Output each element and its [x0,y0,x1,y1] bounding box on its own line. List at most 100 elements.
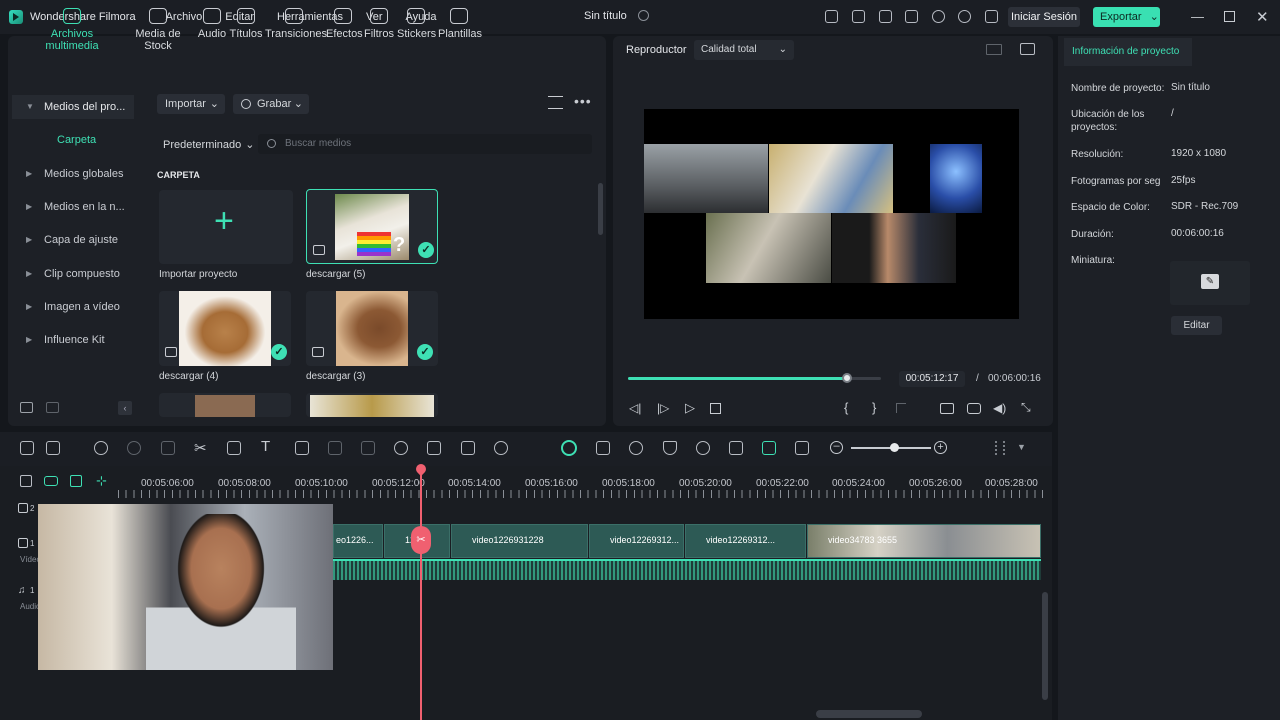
new-folder-icon[interactable] [20,402,33,413]
tab-filtros[interactable]: Filtros [364,8,394,40]
play-icon[interactable]: ▷ [685,400,695,416]
media-tile-descargar-5[interactable]: ? ✓ [306,189,438,264]
timeline-vertical-scrollbar[interactable] [1042,592,1048,700]
sort-dropdown[interactable]: Predeterminado ⌄ [163,138,255,151]
text-tool-icon[interactable]: T [261,438,270,455]
snapshot-image-icon[interactable] [1020,43,1035,55]
mark-in-icon[interactable]: { [844,400,848,415]
add-track-icon[interactable] [20,475,32,487]
export-button[interactable]: Exportar ⌄ [1093,7,1160,27]
record-dropdown[interactable]: Grabar ⌄ [233,94,309,114]
select-tool-icon[interactable] [46,441,60,455]
collapse-sidebar-icon[interactable]: ‹ [118,401,132,415]
speed-icon[interactable] [394,441,408,455]
audio-edit-icon[interactable] [227,441,241,455]
tab-titulos[interactable]: Títulos [229,8,263,40]
tab-archivos-multimedia[interactable]: Archivos multimedia [24,8,120,52]
quality-dropdown[interactable]: Calidad total ⌄ [694,40,794,60]
mark-out-icon[interactable]: } [872,400,876,415]
minimize-icon[interactable]: — [1191,9,1204,24]
mask-icon[interactable] [328,441,342,455]
record-camera-icon[interactable] [596,441,610,455]
sidebar-item-influence-kit[interactable]: ▶ Influence Kit [12,328,134,352]
sidebar-item-medios-globales[interactable]: ▶ Medios globales [12,162,134,186]
auto-highlight-icon[interactable] [561,440,577,456]
send-icon[interactable] [825,10,838,23]
timeline-clip[interactable]: video12269312... [685,524,806,558]
translate-icon[interactable] [461,441,475,455]
volume-icon[interactable]: ◀) [993,401,1006,415]
shield-icon[interactable] [663,441,677,455]
more-options-icon[interactable]: ••• [574,93,592,109]
sidebar-item-medios-en-la-nube[interactable]: ▶ Medios en la n... [12,195,134,219]
tab-media-de-stock[interactable]: Media de Stock [122,8,194,52]
undo-icon[interactable] [94,441,108,455]
playhead-line[interactable] [420,468,422,720]
snap-icon[interactable] [762,441,776,455]
split-scissors-icon[interactable]: ✂ [411,526,431,554]
timeline-clip[interactable]: video1226931228 [451,524,588,558]
video-preview[interactable] [644,109,1019,319]
media-tile-partial[interactable] [306,393,438,417]
next-frame-icon[interactable]: |▷ [657,401,669,415]
close-icon[interactable]: ✕ [1256,8,1269,26]
zoom-out-icon[interactable]: – [830,441,843,454]
timeline-clip[interactable]: video12269312... [589,524,684,558]
timeline-clip[interactable]: eo1226... [333,524,383,558]
grid-view-icon[interactable] [986,44,1002,55]
login-button[interactable]: Iniciar Sesión [1008,7,1080,27]
microphone-icon[interactable] [696,441,710,455]
media-tile-descargar-3[interactable]: ✓ [306,291,438,366]
stop-icon[interactable] [710,403,721,414]
fullscreen-icon[interactable]: ⤡ [1021,400,1031,415]
audio-waveform[interactable] [333,559,1041,580]
cloud-icon[interactable] [932,10,945,23]
redo-icon[interactable] [127,441,141,455]
tab-audio[interactable]: Audio [196,8,228,40]
link-toggle-icon[interactable] [44,476,58,486]
track-settings-icon[interactable] [70,475,82,487]
player-tab[interactable]: Reproductor [626,44,687,56]
timeline-horizontal-scrollbar[interactable] [816,710,922,718]
crop-icon[interactable] [295,441,309,455]
notes-icon[interactable] [852,10,865,23]
playback-scrubber-handle[interactable] [842,373,852,383]
marker-icon[interactable] [896,403,906,413]
sidebar-item-clip-compuesto[interactable]: ▶ Clip compuesto [12,262,134,286]
support-icon[interactable] [958,10,971,23]
import-dropdown[interactable]: Importar ⌄ [157,94,225,114]
snap-magnet-icon[interactable]: ⊹ [96,473,107,489]
sidebar-item-capa-de-ajuste[interactable]: ▶ Capa de ajuste [12,228,134,252]
media-tile-partial[interactable] [159,393,291,417]
zoom-in-icon[interactable]: + [934,441,947,454]
tab-stickers[interactable]: Stickers [397,8,436,40]
camera-icon[interactable] [967,403,981,414]
edit-thumbnail-button[interactable]: Editar [1171,316,1222,335]
layout-grid-icon[interactable] [20,441,34,455]
filter-icon[interactable] [548,96,563,109]
timeline-clip[interactable]: video34783 3655 [807,524,1041,558]
edit-pencil-icon[interactable]: ✎ [1201,274,1219,289]
delete-icon[interactable] [161,441,175,455]
voiceover-icon[interactable] [729,441,743,455]
previous-frame-icon[interactable]: ◁| [629,401,641,415]
tab-transiciones[interactable]: Transiciones [265,8,327,40]
media-tile-descargar-4[interactable]: ✓ [159,291,291,366]
sidebar-item-imagen-a-video[interactable]: ▶ Imagen a vídeo [12,295,134,319]
color-icon[interactable] [361,441,375,455]
fit-icon[interactable] [795,441,809,455]
sidebar-item-medios-del-proyecto[interactable]: ▼ Medios del pro... [12,95,134,119]
split-scissors-icon[interactable]: ✂ [194,439,207,457]
apps-grid-icon[interactable] [985,10,998,23]
tab-plantillas[interactable]: Plantillas [438,8,482,40]
webcam-overlay-clip[interactable] [38,504,333,670]
ai-tool-icon[interactable] [427,441,441,455]
restore-icon[interactable] [1224,11,1235,22]
media-scrollbar[interactable] [598,183,603,235]
save-icon[interactable] [905,10,918,23]
zoom-slider-handle[interactable] [890,443,899,452]
link-icon[interactable] [494,441,508,455]
folder-icon[interactable] [46,402,59,413]
layout-icon[interactable] [879,10,892,23]
sidebar-item-carpeta[interactable]: Carpeta [57,134,96,146]
